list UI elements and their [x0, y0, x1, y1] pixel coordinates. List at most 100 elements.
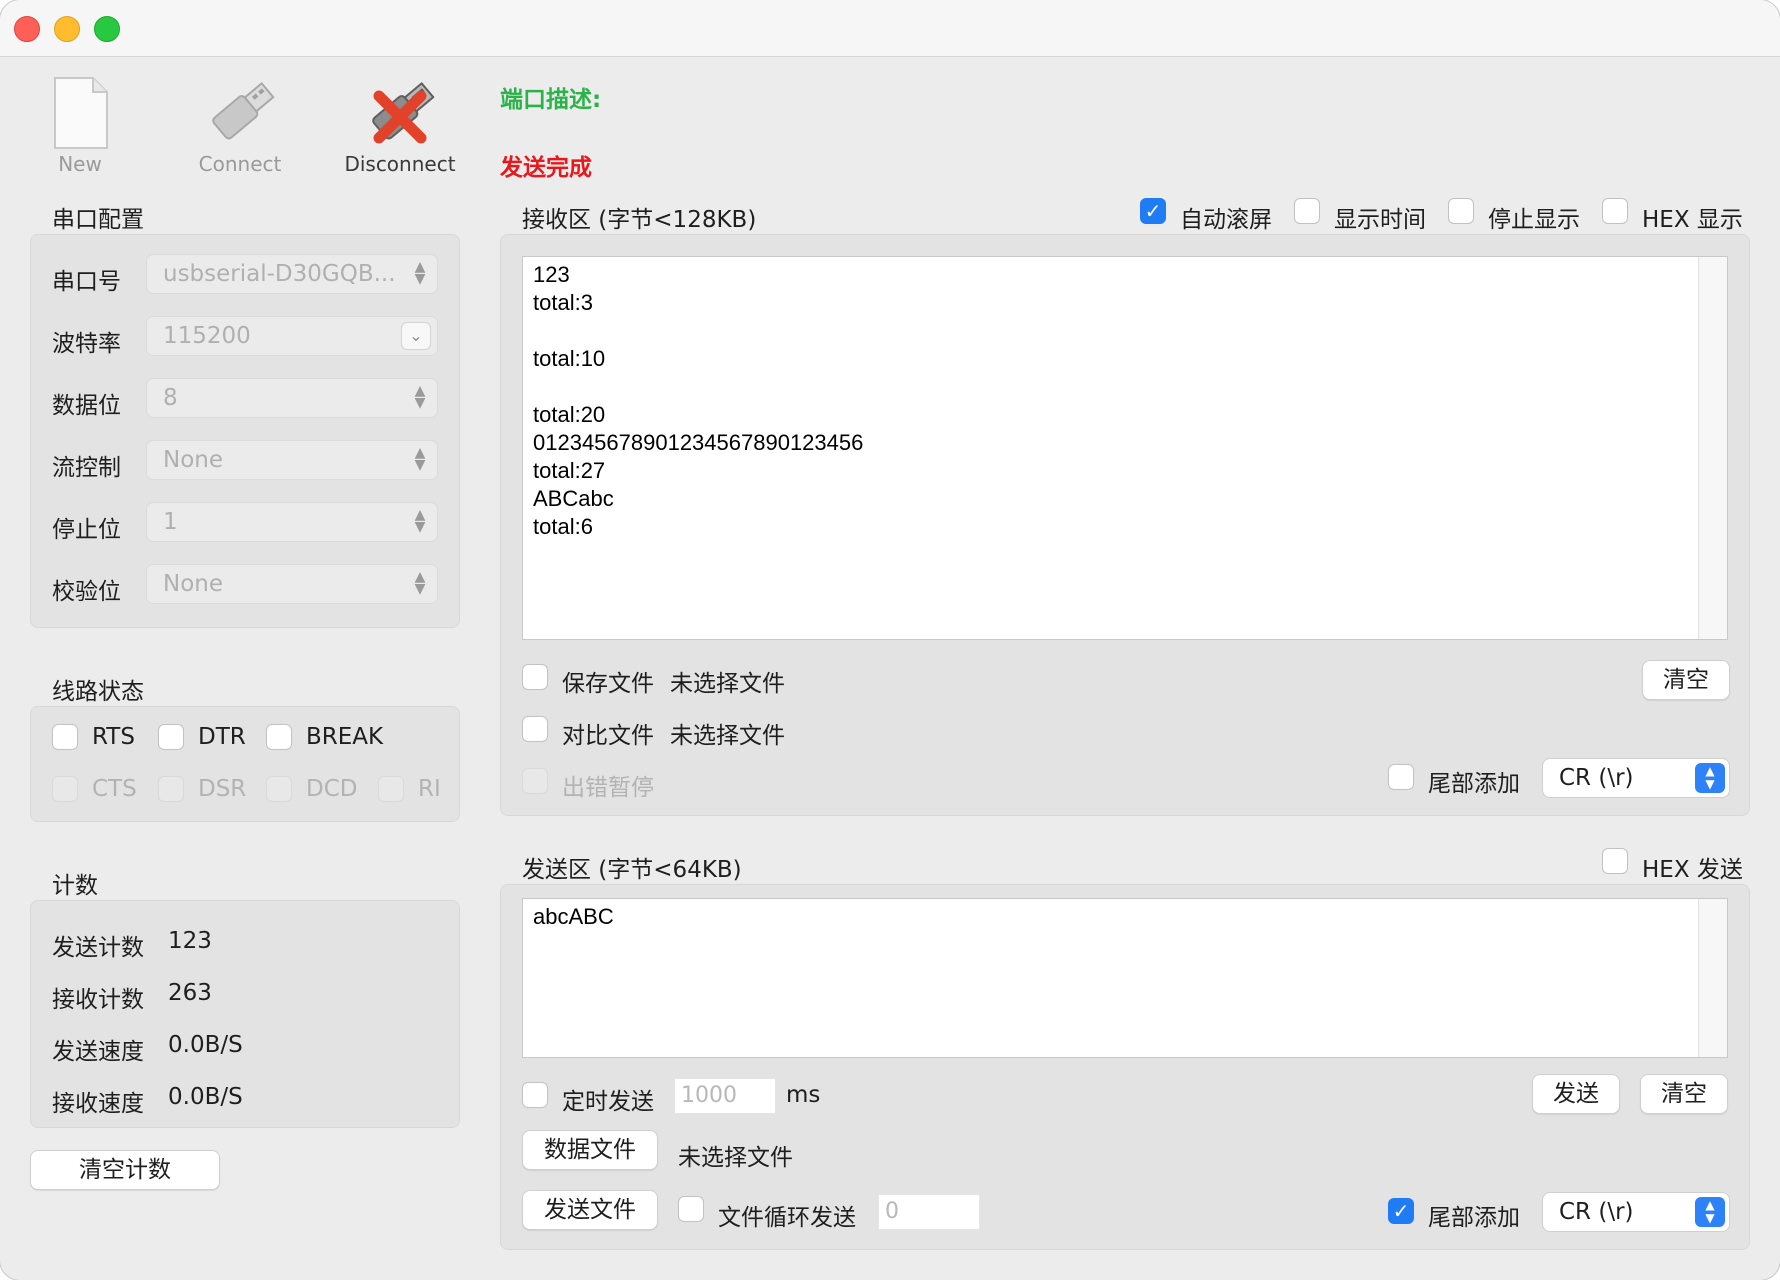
send-button[interactable]: 发送: [1532, 1074, 1620, 1114]
receive-tail-value: CR (\r): [1559, 765, 1634, 791]
send-content: abcABC: [533, 904, 614, 929]
loop-send-checkbox[interactable]: [678, 1196, 704, 1222]
cts-checkbox: [52, 776, 78, 802]
break-label: BREAK: [306, 724, 384, 750]
close-window-button[interactable]: [14, 16, 40, 42]
new-label: New: [58, 152, 102, 176]
updown-icon: ▲ ▼: [1695, 1197, 1725, 1227]
break-checkbox[interactable]: [266, 724, 292, 750]
updown-icon: ▲ ▼: [414, 259, 426, 287]
updown-icon: ▲ ▼: [1695, 763, 1725, 793]
show-time-checkbox[interactable]: [1294, 198, 1320, 224]
cts-label: CTS: [92, 776, 137, 802]
receive-clear-button[interactable]: 清空: [1642, 660, 1730, 700]
title-bar: [0, 0, 1780, 57]
timed-send-checkbox[interactable]: [522, 1082, 548, 1108]
stop-display-label: 停止显示: [1488, 207, 1580, 233]
connect-label: Connect: [198, 152, 282, 176]
ri-label: RI: [418, 776, 441, 802]
recv-count-label: 接收计数: [52, 987, 144, 1013]
connect-button: Connect: [175, 72, 305, 182]
dcd-checkbox: [266, 776, 292, 802]
hex-display-label: HEX 显示: [1642, 207, 1743, 233]
port-value: usbserial-D30GQB...: [163, 261, 396, 287]
disconnect-button[interactable]: Disconnect: [335, 72, 465, 182]
updown-icon: ▲ ▼: [414, 507, 426, 535]
loop-send-label: 文件循环发送: [718, 1205, 856, 1231]
ri-checkbox: [378, 776, 404, 802]
rts-label: RTS: [92, 724, 135, 750]
receive-textarea[interactable]: 123 total:3 total:10 total:20 0123456789…: [522, 256, 1728, 640]
updown-icon: ▲ ▼: [414, 569, 426, 597]
receive-append-tail-checkbox[interactable]: [1388, 764, 1414, 790]
dcd-label: DCD: [306, 776, 358, 802]
send-append-tail-label: 尾部添加: [1428, 1205, 1520, 1231]
send-tail-value: CR (\r): [1559, 1199, 1634, 1225]
port-label: 串口号: [52, 269, 121, 295]
parity-select[interactable]: None ▲ ▼: [146, 564, 438, 604]
recv-speed-value: 0.0B/S: [168, 1084, 243, 1110]
auto-scroll-checkbox[interactable]: ✓: [1140, 198, 1166, 224]
auto-scroll-label: 自动滚屏: [1180, 207, 1272, 233]
stop-display-checkbox[interactable]: [1448, 198, 1474, 224]
receive-title: 接收区 (字节<128KB): [522, 207, 757, 233]
rts-checkbox[interactable]: [52, 724, 78, 750]
clear-count-button[interactable]: 清空计数: [30, 1150, 220, 1190]
hex-display-checkbox[interactable]: [1602, 198, 1628, 224]
parity-value: None: [163, 571, 224, 597]
send-file-button[interactable]: 发送文件: [522, 1190, 658, 1230]
data-bits-value: 8: [163, 385, 178, 411]
send-clear-button[interactable]: 清空: [1640, 1074, 1728, 1114]
dsr-checkbox: [158, 776, 184, 802]
loop-count-input[interactable]: 0: [878, 1194, 980, 1230]
send-speed-value: 0.0B/S: [168, 1032, 243, 1058]
receive-tail-select[interactable]: CR (\r) ▲ ▼: [1542, 758, 1730, 798]
dsr-label: DSR: [198, 776, 247, 802]
zoom-window-button[interactable]: [94, 16, 120, 42]
usb-disconnect-icon: [372, 81, 435, 144]
send-scrollbar[interactable]: [1698, 899, 1727, 1057]
hex-send-checkbox[interactable]: [1602, 848, 1628, 874]
stop-bits-label: 停止位: [52, 517, 121, 543]
new-button[interactable]: New: [15, 72, 145, 182]
send-tail-select[interactable]: CR (\r) ▲ ▼: [1542, 1192, 1730, 1232]
port-select[interactable]: usbserial-D30GQB... ▲ ▼: [146, 254, 438, 294]
hex-send-label: HEX 发送: [1642, 857, 1743, 883]
counts-title: 计数: [52, 873, 98, 899]
interval-unit: ms: [786, 1082, 821, 1108]
port-description-label: 端口描述:: [500, 87, 602, 113]
updown-icon: ▲ ▼: [414, 383, 426, 411]
stop-bits-select[interactable]: 1 ▲ ▼: [146, 502, 438, 542]
baud-combo[interactable]: 115200 ⌄: [146, 316, 438, 356]
flow-control-select[interactable]: None ▲ ▼: [146, 440, 438, 480]
recv-speed-label: 接收速度: [52, 1091, 144, 1117]
receive-scrollbar[interactable]: [1698, 257, 1727, 639]
save-file-label: 保存文件: [562, 671, 654, 697]
data-bits-select[interactable]: 8 ▲ ▼: [146, 378, 438, 418]
send-speed-label: 发送速度: [52, 1039, 144, 1065]
parity-label: 校验位: [52, 579, 121, 605]
new-document-icon: [54, 77, 108, 149]
flow-control-value: None: [163, 447, 224, 473]
interval-input[interactable]: 1000: [674, 1078, 776, 1114]
stop-bits-value: 1: [163, 509, 178, 535]
usb-connect-icon: [212, 81, 275, 140]
send-count-value: 123: [168, 928, 212, 954]
receive-append-tail-label: 尾部添加: [1428, 771, 1520, 797]
data-file-button[interactable]: 数据文件: [522, 1130, 658, 1170]
disconnect-label: Disconnect: [344, 152, 456, 176]
save-file-checkbox[interactable]: [522, 664, 548, 690]
dtr-checkbox[interactable]: [158, 724, 184, 750]
chevron-down-icon[interactable]: ⌄: [401, 322, 431, 350]
send-textarea[interactable]: abcABC: [522, 898, 1728, 1058]
compare-file-name: 未选择文件: [670, 723, 785, 749]
compare-file-checkbox[interactable]: [522, 716, 548, 742]
baud-value: 115200: [163, 323, 251, 349]
send-status-label: 发送完成: [500, 155, 592, 181]
pause-on-error-label: 出错暂停: [562, 775, 654, 801]
send-title: 发送区 (字节<64KB): [522, 857, 742, 883]
minimize-window-button[interactable]: [54, 16, 80, 42]
send-append-tail-checkbox[interactable]: ✓: [1388, 1198, 1414, 1224]
data-bits-label: 数据位: [52, 393, 121, 419]
save-file-name: 未选择文件: [670, 671, 785, 697]
